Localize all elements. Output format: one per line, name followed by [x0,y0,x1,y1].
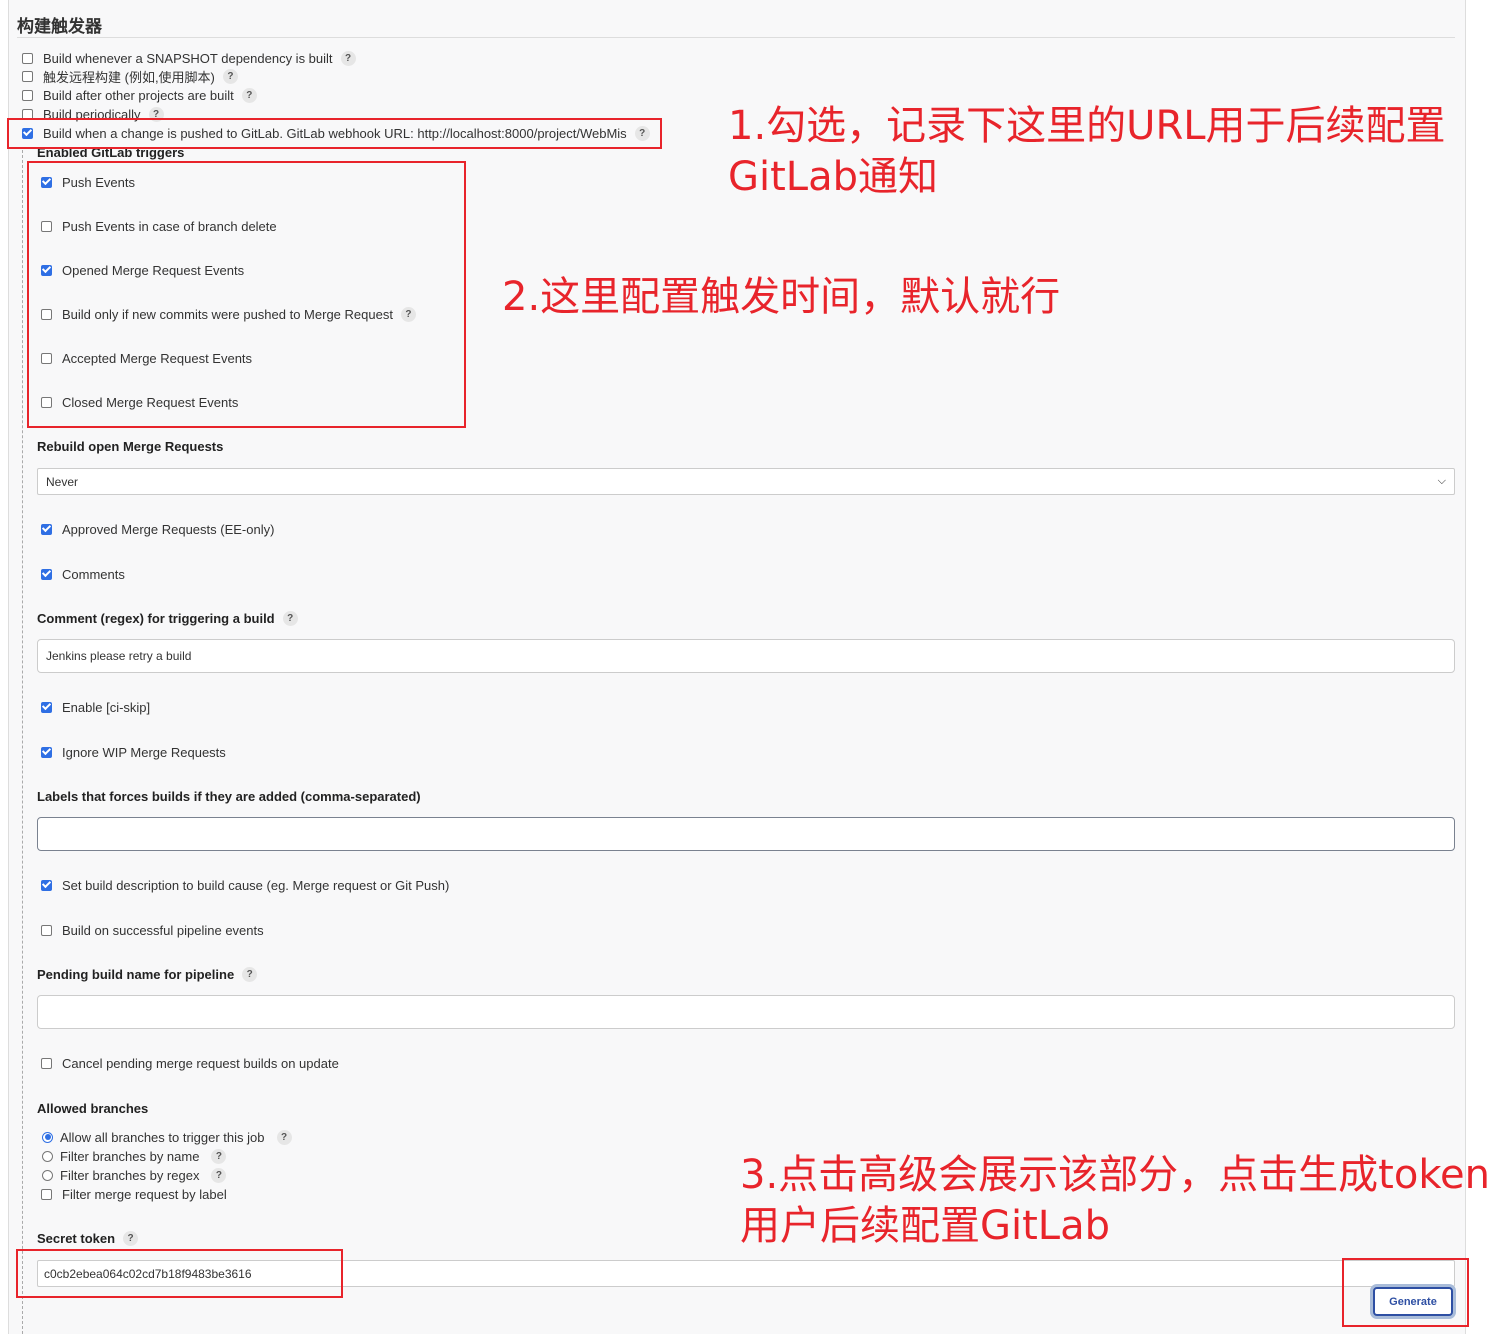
help-icon[interactable]: ? [242,966,258,982]
secret-token-label: Secret token? [37,1229,139,1247]
label: Approved Merge Requests (EE-only) [62,521,275,537]
help-icon[interactable]: ? [211,1148,227,1164]
label: Build whenever a SNAPSHOT dependency is … [43,50,333,66]
input-value: Jenkins please retry a build [46,649,192,663]
highlight-box-events [27,161,466,428]
rebuild-select[interactable]: Never ⌵ [37,468,1455,495]
checkbox[interactable] [22,89,33,101]
pending-build-label: Pending build name for pipeline? [37,965,258,983]
label: Secret token [37,1230,116,1246]
rebuild-label: Rebuild open Merge Requests [37,438,224,454]
pending-build-input[interactable] [37,995,1455,1029]
comment-regex-label: Comment (regex) for triggering a build? [37,609,298,627]
radio[interactable] [42,1150,53,1162]
help-icon[interactable]: ? [222,68,238,84]
build-on-pipeline[interactable]: Build on successful pipeline events [41,921,264,939]
divider [17,37,1455,38]
highlight-box-generate [1342,1258,1469,1327]
radio[interactable] [42,1169,53,1181]
label: Filter branches by name [60,1148,200,1164]
select-value: Never [46,474,79,489]
label: Comments [62,566,125,582]
label: Ignore WIP Merge Requests [62,744,226,760]
label: Build after other projects are built [43,87,234,103]
help-icon[interactable]: ? [276,1129,292,1145]
help-icon[interactable]: ? [211,1167,227,1183]
checkbox[interactable] [41,1057,52,1069]
radio-filter-regex[interactable]: Filter branches by regex? [42,1166,227,1184]
label: Set build description to build cause (eg… [62,877,450,893]
label: 触发远程构建 (例如,使用脚本) [43,69,215,85]
checkbox[interactable] [41,879,52,891]
indent-guide [22,150,23,1334]
trigger-remote[interactable]: 触发远程构建 (例如,使用脚本)? [22,67,238,85]
trigger-snapshot[interactable]: Build whenever a SNAPSHOT dependency is … [22,49,356,67]
checkbox[interactable] [41,568,52,580]
highlight-box-webhook [7,118,662,149]
checkbox[interactable] [41,523,52,535]
annotation-1-line1: 1.勾选，记录下这里的URL用于后续配置 [728,103,1446,149]
cancel-pending[interactable]: Cancel pending merge request builds on u… [41,1054,339,1072]
label: Cancel pending merge request builds on u… [62,1055,339,1071]
help-icon[interactable]: ? [241,87,257,103]
label: Filter merge request by label [62,1186,227,1202]
help-icon[interactable]: ? [282,610,298,626]
filter-by-label[interactable]: Filter merge request by label [41,1185,227,1203]
labels-label: Labels that forces builds if they are ad… [37,788,421,804]
annotation-3-line2: 用户后续配置GitLab [740,1203,1110,1249]
section-title: 构建触发器 [17,17,102,36]
checkbox[interactable] [41,1188,52,1200]
comments[interactable]: Comments [41,565,125,583]
radio-filter-name[interactable]: Filter branches by name? [42,1147,227,1165]
checkbox[interactable] [41,746,52,758]
highlight-box-token [16,1249,343,1298]
help-icon[interactable]: ? [340,50,356,66]
annotation-3-line1: 3.点击高级会展示该部分，点击生成token [740,1152,1491,1198]
ignore-wip[interactable]: Ignore WIP Merge Requests [41,743,226,761]
label: Filter branches by regex [60,1167,200,1183]
help-icon[interactable]: ? [123,1230,139,1246]
label: Comment (regex) for triggering a build [37,610,275,626]
checkbox[interactable] [41,701,52,713]
label: Build on successful pipeline events [62,922,264,938]
ci-skip[interactable]: Enable [ci-skip] [41,698,150,716]
allowed-branches-label: Allowed branches [37,1100,149,1116]
checkbox[interactable] [41,924,52,936]
set-build-description[interactable]: Set build description to build cause (eg… [41,876,449,894]
checkbox[interactable] [22,52,33,64]
annotation-2: 2.这里配置触发时间，默认就行 [502,274,1061,320]
trigger-after-other[interactable]: Build after other projects are built? [22,86,257,104]
label: Pending build name for pipeline [37,966,235,982]
label: Enable [ci-skip] [62,699,151,715]
label: Allow all branches to trigger this job [60,1129,265,1145]
checkbox[interactable] [22,70,33,82]
comment-regex-input[interactable]: Jenkins please retry a build [37,639,1455,673]
radio-all-branches[interactable]: Allow all branches to trigger this job? [42,1128,292,1146]
chevron-down-icon: ⌵ [1437,475,1446,487]
approved-mr[interactable]: Approved Merge Requests (EE-only) [41,520,274,538]
labels-input[interactable] [37,817,1455,851]
annotation-1-line2: GitLab通知 [728,154,938,200]
radio[interactable] [42,1131,53,1143]
